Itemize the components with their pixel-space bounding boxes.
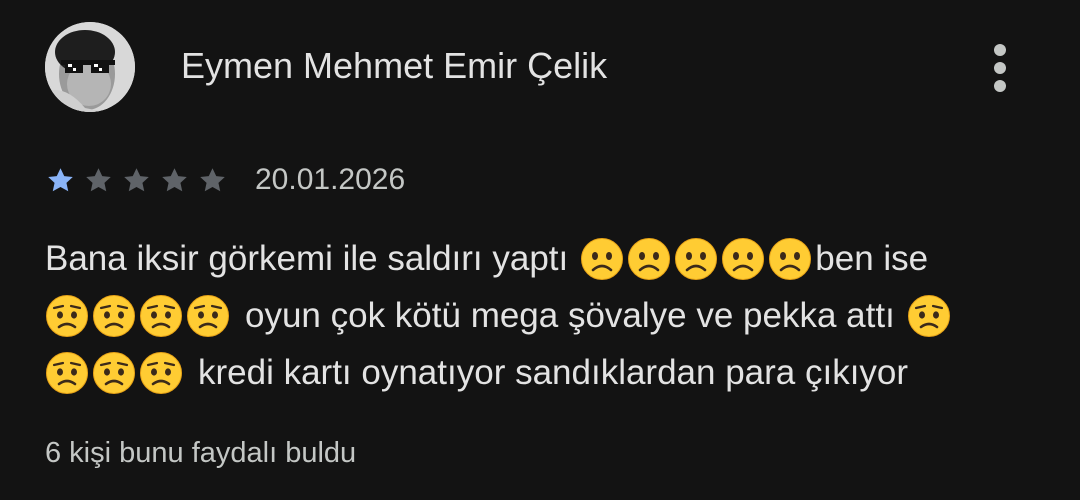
frowning-face-emoji-icon [627, 237, 671, 281]
review-text-part: kredi kartı oynatıyor sandıklardan para … [198, 353, 909, 392]
star-rating [45, 164, 235, 196]
worried-face-emoji-icon [186, 294, 230, 338]
emoji-group [580, 237, 815, 281]
reviewer-name: Eymen Mehmet Emir Çelik [181, 45, 608, 86]
review-text-part: ben ise [815, 239, 929, 278]
frowning-face-emoji-icon [768, 237, 812, 281]
worried-face-emoji-icon [139, 294, 183, 338]
review-line-3: kredi kartı oynatıyor sandıklardan para … [45, 344, 1035, 401]
worried-face-emoji-icon [45, 294, 89, 338]
emoji-group [45, 351, 186, 395]
worried-face-emoji-icon [92, 294, 136, 338]
frowning-face-emoji-icon [721, 237, 765, 281]
frowning-face-emoji-icon [580, 237, 624, 281]
review-date: 20.01.2026 [255, 163, 406, 196]
review-line-1: Bana iksir görkemi ile saldırı yaptı ben… [45, 230, 1035, 287]
emoji-group [45, 294, 233, 338]
emoji-group [907, 294, 954, 338]
worried-face-emoji-icon [907, 294, 951, 338]
avatar-image [45, 22, 135, 112]
review-card: Eymen Mehmet Emir Çelik 20.01.2026 Bana … [0, 0, 1080, 500]
review-line-2: oyun çok kötü mega şövalye ve pekka attı [45, 287, 1035, 344]
star-filled-icon [45, 165, 76, 196]
star-empty-icon [83, 165, 114, 196]
reviewer-avatar[interactable] [45, 22, 135, 112]
frowning-face-emoji-icon [674, 237, 718, 281]
worried-face-emoji-icon [45, 351, 89, 395]
helpful-count: 6 kişi bunu faydalı buldu [45, 437, 357, 469]
worried-face-emoji-icon [139, 351, 183, 395]
worried-face-emoji-icon [92, 351, 136, 395]
review-text-part: oyun çok kötü mega şövalye ve pekka attı [245, 296, 895, 335]
star-empty-icon [159, 165, 190, 196]
star-empty-icon [121, 165, 152, 196]
star-empty-icon [197, 165, 228, 196]
review-text-part: Bana iksir görkemi ile saldırı yaptı [45, 239, 569, 278]
more-options-button[interactable] [976, 40, 1024, 96]
review-body: Bana iksir görkemi ile saldırı yaptı ben… [45, 230, 1035, 401]
